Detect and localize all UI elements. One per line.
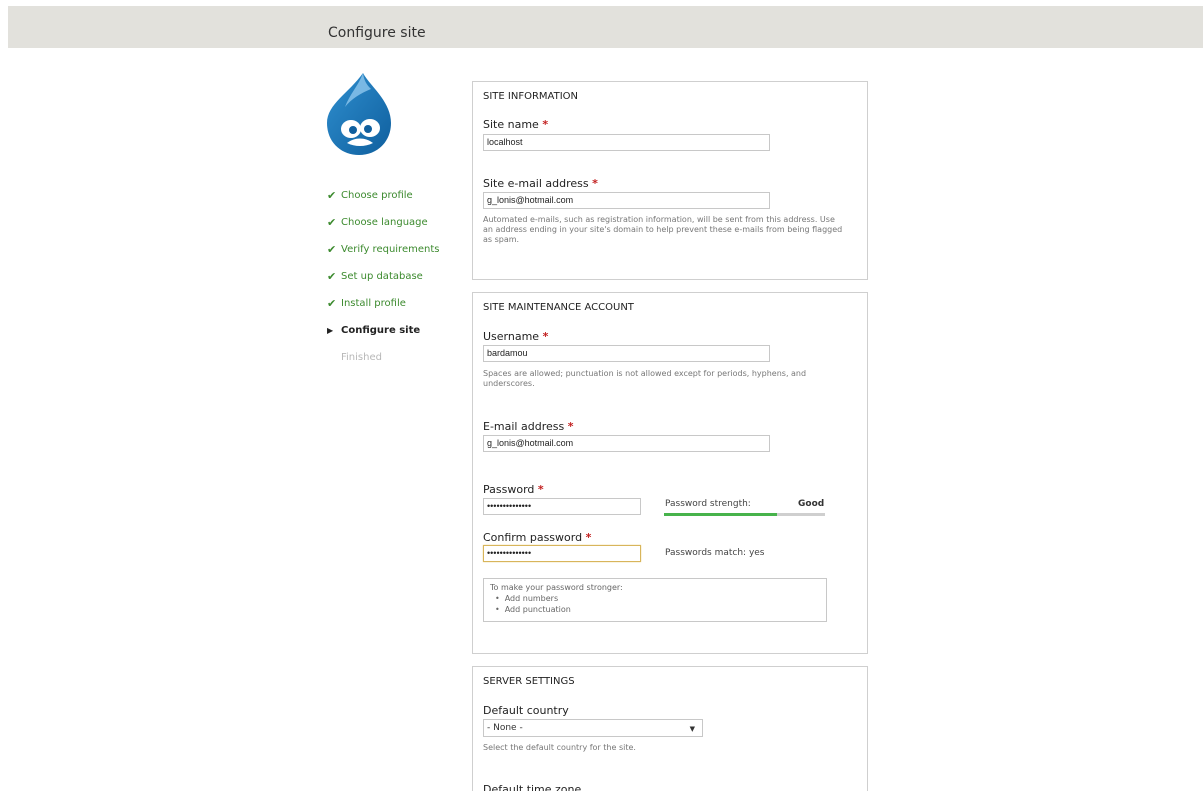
step-label: Configure site <box>341 324 421 336</box>
checkmark-icon: ✔ <box>327 188 337 202</box>
site-name-input[interactable]: localhost <box>483 134 770 151</box>
fieldset-legend: SITE INFORMATION <box>483 91 579 102</box>
password-match-status: Passwords match: yes <box>665 548 765 558</box>
step-label: Choose profile <box>341 189 413 201</box>
default-timezone-label: Default time zone <box>483 783 582 791</box>
password-strength-value: Good <box>798 499 825 509</box>
checkmark-icon: ✔ <box>327 242 337 256</box>
site-email-description: Automated e-mails, such as registration … <box>483 215 843 244</box>
step-label: Choose language <box>341 216 428 228</box>
required-marker: * <box>567 420 574 433</box>
header-bar: Configure site <box>8 6 1203 48</box>
page-title: Configure site <box>328 25 426 41</box>
required-marker: * <box>592 177 598 190</box>
site-name-label: Site name * <box>483 118 549 131</box>
step-label: Finished <box>341 351 382 363</box>
password-tips-title: To make your password stronger: <box>490 583 623 592</box>
default-country-label: Default country <box>483 704 569 717</box>
site-email-label: Site e-mail address * <box>483 177 598 190</box>
install-steps-list: ✔ Choose profile ✔ Choose language ✔ Ver… <box>327 182 467 371</box>
step-label: Install profile <box>341 297 406 309</box>
email-label: E-mail address * <box>483 420 574 433</box>
drupal-logo <box>327 73 391 155</box>
password-label: Password * <box>483 483 544 496</box>
fieldset-legend: SITE MAINTENANCE ACCOUNT <box>483 302 634 313</box>
step-set-up-database: ✔ Set up database <box>327 263 467 290</box>
default-country-description: Select the default country for the site. <box>483 743 636 752</box>
triangle-right-icon: ▶ <box>327 325 334 335</box>
password-strength-fill <box>664 513 777 516</box>
step-label: Verify requirements <box>341 243 440 255</box>
dropdown-arrow-icon: ▼ <box>689 725 695 733</box>
password-tips-box: To make your password stronger: Add numb… <box>483 578 827 622</box>
required-marker: * <box>585 531 592 544</box>
password-tip-item: Add punctuation <box>490 604 820 615</box>
required-marker: * <box>542 330 549 343</box>
step-configure-site: ▶ Configure site <box>327 317 467 344</box>
site-email-input[interactable]: g_lonis@hotmail.com <box>483 192 770 209</box>
password-strength-meter <box>664 513 825 516</box>
checkmark-icon: ✔ <box>327 215 337 229</box>
site-information-fieldset: SITE INFORMATION Site name * localhost S… <box>472 81 868 280</box>
required-marker: * <box>542 118 549 131</box>
step-choose-profile: ✔ Choose profile <box>327 182 467 209</box>
username-description: Spaces are allowed; punctuation is not a… <box>483 369 807 388</box>
username-input[interactable]: bardamou <box>483 345 770 362</box>
password-strength-label: Password strength: <box>665 499 751 509</box>
maintenance-account-fieldset: SITE MAINTENANCE ACCOUNT Username * bard… <box>472 292 868 654</box>
step-finished: Finished <box>327 344 467 371</box>
confirm-password-input[interactable]: •••••••••••••• <box>483 545 641 562</box>
checkmark-icon: ✔ <box>327 296 337 310</box>
required-marker: * <box>537 483 544 496</box>
step-label: Set up database <box>341 270 423 282</box>
confirm-password-label: Confirm password * <box>483 531 592 544</box>
step-choose-language: ✔ Choose language <box>327 209 467 236</box>
default-country-value: - None - <box>487 723 523 733</box>
password-input[interactable]: •••••••••••••• <box>483 498 641 515</box>
email-input[interactable]: g_lonis@hotmail.com <box>483 435 770 452</box>
server-settings-fieldset: SERVER SETTINGS Default country - None -… <box>472 666 868 791</box>
password-tip-item: Add numbers <box>490 593 820 604</box>
fieldset-legend: SERVER SETTINGS <box>483 676 575 687</box>
step-verify-requirements: ✔ Verify requirements <box>327 236 467 263</box>
username-label: Username * <box>483 330 549 343</box>
checkmark-icon: ✔ <box>327 269 337 283</box>
step-install-profile: ✔ Install profile <box>327 290 467 317</box>
default-country-select[interactable]: - None - ▼ <box>483 719 703 737</box>
